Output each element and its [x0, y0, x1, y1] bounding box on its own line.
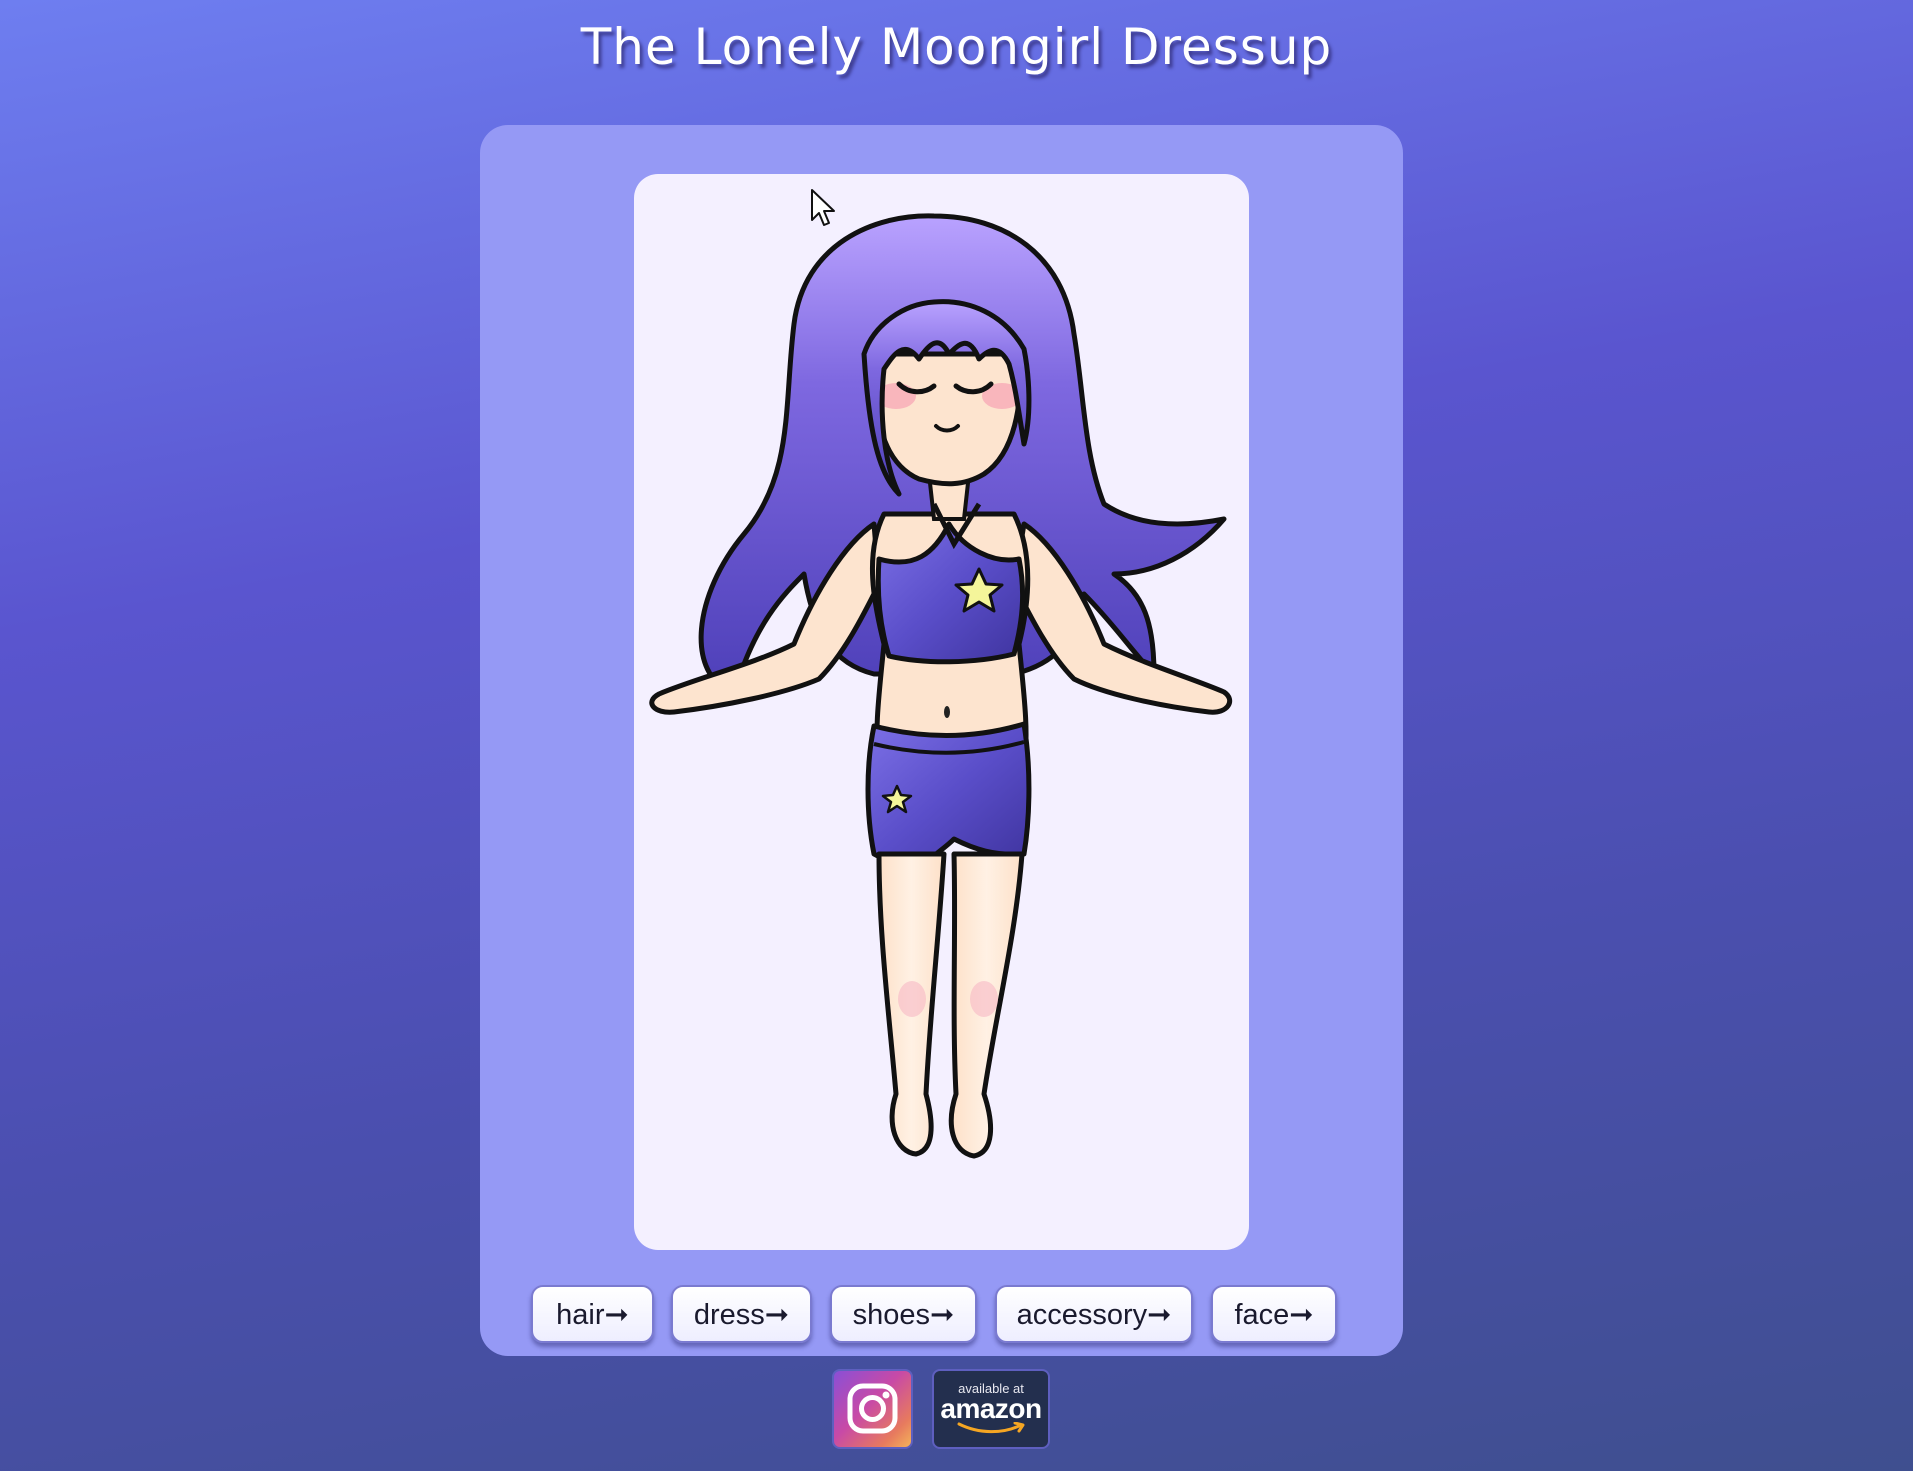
shoes-button[interactable]: shoes➞ [830, 1285, 977, 1343]
character-stage [634, 174, 1249, 1250]
page-title: The Lonely Moongirl Dressup [580, 18, 1333, 76]
amazon-link[interactable]: available at amazon [932, 1369, 1050, 1449]
right-knee-blush [970, 981, 998, 1017]
navel [944, 706, 950, 718]
category-buttons: hair➞ dress➞ shoes➞ accessory➞ face➞ [480, 1285, 1403, 1349]
instagram-icon [847, 1383, 898, 1434]
accessory-button[interactable]: accessory➞ [995, 1285, 1193, 1343]
amazon-logo-text: amazon [940, 1393, 1042, 1424]
instagram-link[interactable] [832, 1369, 913, 1449]
face-button[interactable]: face➞ [1211, 1285, 1337, 1343]
dressup-panel: hair➞ dress➞ shoes➞ accessory➞ face➞ [480, 125, 1403, 1356]
dress-button[interactable]: dress➞ [671, 1285, 812, 1343]
hair-button[interactable]: hair➞ [531, 1285, 654, 1343]
left-knee-blush [898, 981, 926, 1017]
mouse-cursor-icon [811, 189, 835, 226]
moongirl-figure [649, 213, 1233, 1159]
